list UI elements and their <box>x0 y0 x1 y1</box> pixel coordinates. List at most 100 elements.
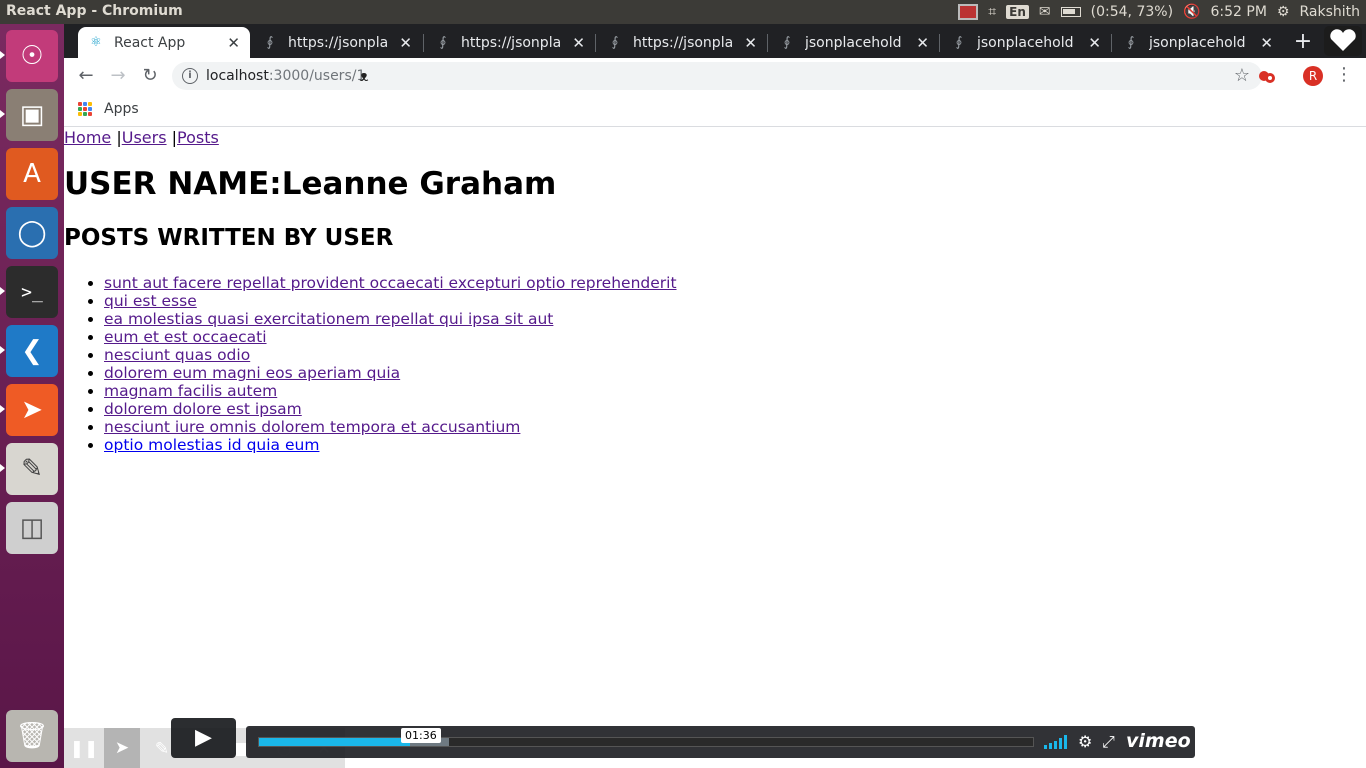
video-progress-bar[interactable]: 01:36 <box>258 728 1034 747</box>
list-item: dolorem eum magni eos aperiam quia <box>104 364 677 382</box>
mail-icon[interactable]: ✉ <box>1039 4 1051 20</box>
close-tab-icon[interactable]: ✕ <box>916 34 929 52</box>
chromium-icon[interactable]: ◯ <box>6 207 58 259</box>
pause-icon[interactable]: ❚❚ <box>66 736 102 762</box>
software-center-icon[interactable]: A <box>6 148 58 200</box>
ubuntu-dash-icon[interactable]: ☉ <box>6 30 58 82</box>
list-item: dolorem dolore est ipsam <box>104 400 677 418</box>
tab-jsonplaceholder[interactable]: ∮ https://jsonpla ✕ <box>597 27 767 58</box>
post-link[interactable]: nesciunt iure omnis dolorem tempora et a… <box>104 418 520 436</box>
chrome-menu-icon[interactable]: ⋮ <box>1334 64 1354 85</box>
tab-separator <box>423 34 424 52</box>
list-item: magnam facilis autem <box>104 382 677 400</box>
time-tooltip: 01:36 <box>401 728 441 743</box>
trash-icon[interactable]: 🗑 <box>6 710 58 762</box>
video-play-button[interactable]: ▶ <box>171 718 236 758</box>
apps-label: Apps <box>104 101 139 117</box>
list-item: eum et est occaecati <box>104 328 677 346</box>
settings-gear-icon[interactable]: ⚙ <box>1277 4 1290 20</box>
reload-icon[interactable]: ↻ <box>138 64 162 88</box>
launcher-active-arrow <box>0 51 5 59</box>
list-item: ea molestias quasi exercitationem repell… <box>104 310 677 328</box>
launcher-active-arrow <box>0 287 5 295</box>
vscode-icon[interactable]: ❮ <box>6 325 58 377</box>
profile-avatar[interactable]: R <box>1303 66 1323 86</box>
vimeo-like-icon[interactable] <box>1320 24 1366 58</box>
user-name[interactable]: Rakshith <box>1299 4 1360 20</box>
new-tab-button[interactable]: + <box>1290 29 1316 55</box>
postman-icon[interactable]: ➤ <box>6 384 58 436</box>
post-link[interactable]: nesciunt quas odio <box>104 346 250 364</box>
close-tab-icon[interactable]: ✕ <box>227 34 240 52</box>
battery-icon[interactable] <box>1060 7 1081 17</box>
settings-gear-icon[interactable]: ⚙ <box>1078 732 1092 751</box>
terminal-icon[interactable]: >_ <box>6 266 58 318</box>
post-link[interactable]: sunt aut facere repellat provident occae… <box>104 274 677 292</box>
bookmark-star-icon[interactable]: ☆ <box>1234 65 1250 86</box>
volume-muted-icon[interactable]: 🔇 <box>1183 4 1200 20</box>
launcher: ☉ ▣ A ◯ >_ ❮ ➤ ✎ ◫ 🗑 <box>0 24 64 768</box>
tab-separator <box>939 34 940 52</box>
vimeo-logo[interactable]: vimeo <box>1126 730 1191 752</box>
tab-jsonplaceholder[interactable]: ∮ jsonplacehold ✕ <box>1113 27 1283 58</box>
files-icon[interactable]: ▣ <box>6 89 58 141</box>
tab-strip: ⚛ React App ✕ ∮ https://jsonpla ✕ ∮ http… <box>64 24 1366 58</box>
post-link[interactable]: magnam facilis autem <box>104 382 277 400</box>
json-favicon-icon: ∮ <box>955 35 963 50</box>
post-link[interactable]: ea molestias quasi exercitationem repell… <box>104 310 553 328</box>
tab-label: https://jsonpla <box>461 34 562 51</box>
json-favicon-icon: ∮ <box>1127 35 1135 50</box>
forward-arrow-icon[interactable]: → <box>106 64 130 88</box>
nav-home-link[interactable]: Home <box>64 128 111 147</box>
screen-recorder-icon[interactable] <box>958 4 979 20</box>
tab-separator <box>1111 34 1112 52</box>
back-arrow-icon[interactable]: ← <box>74 64 98 88</box>
tab-label: https://jsonpla <box>288 34 389 51</box>
launcher-active-arrow <box>0 464 5 472</box>
post-link[interactable]: dolorem eum magni eos aperiam quia <box>104 364 400 382</box>
url-path: :3000/users/1 <box>268 68 366 84</box>
close-tab-icon[interactable]: ✕ <box>1088 34 1101 52</box>
apps-grid-icon <box>78 102 92 116</box>
list-item: nesciunt iure omnis dolorem tempora et a… <box>104 418 677 436</box>
tab-jsonplaceholder[interactable]: ∮ jsonplacehold ✕ <box>941 27 1111 58</box>
apps-shortcut[interactable]: Apps <box>78 101 139 117</box>
close-tab-icon[interactable]: ✕ <box>572 34 585 52</box>
json-favicon-icon: ∮ <box>266 35 274 50</box>
site-info-icon[interactable]: i <box>182 68 198 84</box>
page-content: Home |Users |Posts USER NAME:Leanne Grah… <box>64 128 1366 768</box>
address-bar[interactable]: i localhost:3000/users/1 ᴥ ☆ <box>172 62 1262 90</box>
close-tab-icon[interactable]: ✕ <box>744 34 757 52</box>
tab-react-app[interactable]: ⚛ React App ✕ <box>78 27 250 58</box>
tab-label: jsonplacehold <box>977 34 1074 51</box>
post-link[interactable]: eum et est occaecati <box>104 328 267 346</box>
keyboard-layout-indicator[interactable]: En <box>1006 5 1029 19</box>
nav-separator: | <box>166 128 178 147</box>
close-tab-icon[interactable]: ✕ <box>399 34 412 52</box>
tab-label: jsonplacehold <box>805 34 902 51</box>
posts-heading: POSTS WRITTEN BY USER <box>64 225 394 251</box>
tab-jsonplaceholder[interactable]: ∮ https://jsonpla ✕ <box>252 27 422 58</box>
tab-jsonplaceholder[interactable]: ∮ https://jsonpla ✕ <box>425 27 595 58</box>
close-tab-icon[interactable]: ✕ <box>1260 34 1273 52</box>
nav-posts-link[interactable]: Posts <box>177 128 219 147</box>
tab-jsonplaceholder[interactable]: ∮ jsonplacehold ✕ <box>769 27 939 58</box>
post-link[interactable]: optio molestias id quia eum <box>104 436 319 454</box>
battery-status: (0:54, 73%) <box>1090 4 1174 20</box>
post-link[interactable]: qui est esse <box>104 292 197 310</box>
clock[interactable]: 6:52 PM <box>1210 4 1266 20</box>
pointer-icon[interactable]: ➤ <box>104 728 140 768</box>
volume-icon[interactable] <box>1044 735 1067 749</box>
disks-icon[interactable]: ◫ <box>6 502 58 554</box>
extension-icon[interactable] <box>1257 66 1277 86</box>
post-link[interactable]: dolorem dolore est ipsam <box>104 400 302 418</box>
posts-list: sunt aut facere repellat provident occae… <box>104 274 677 454</box>
fullscreen-icon[interactable]: ⤢ <box>1102 732 1115 752</box>
list-item: optio molestias id quia eum <box>104 436 677 454</box>
text-editor-icon[interactable]: ✎ <box>6 443 58 495</box>
nav-users-link[interactable]: Users <box>122 128 167 147</box>
wifi-icon[interactable]: ⌗ <box>988 4 996 20</box>
launcher-active-arrow <box>0 405 5 413</box>
tab-label: React App <box>114 34 186 51</box>
browser-toolbar: ← → ↻ i localhost:3000/users/1 ᴥ ☆ R ⋮ <box>64 58 1366 94</box>
